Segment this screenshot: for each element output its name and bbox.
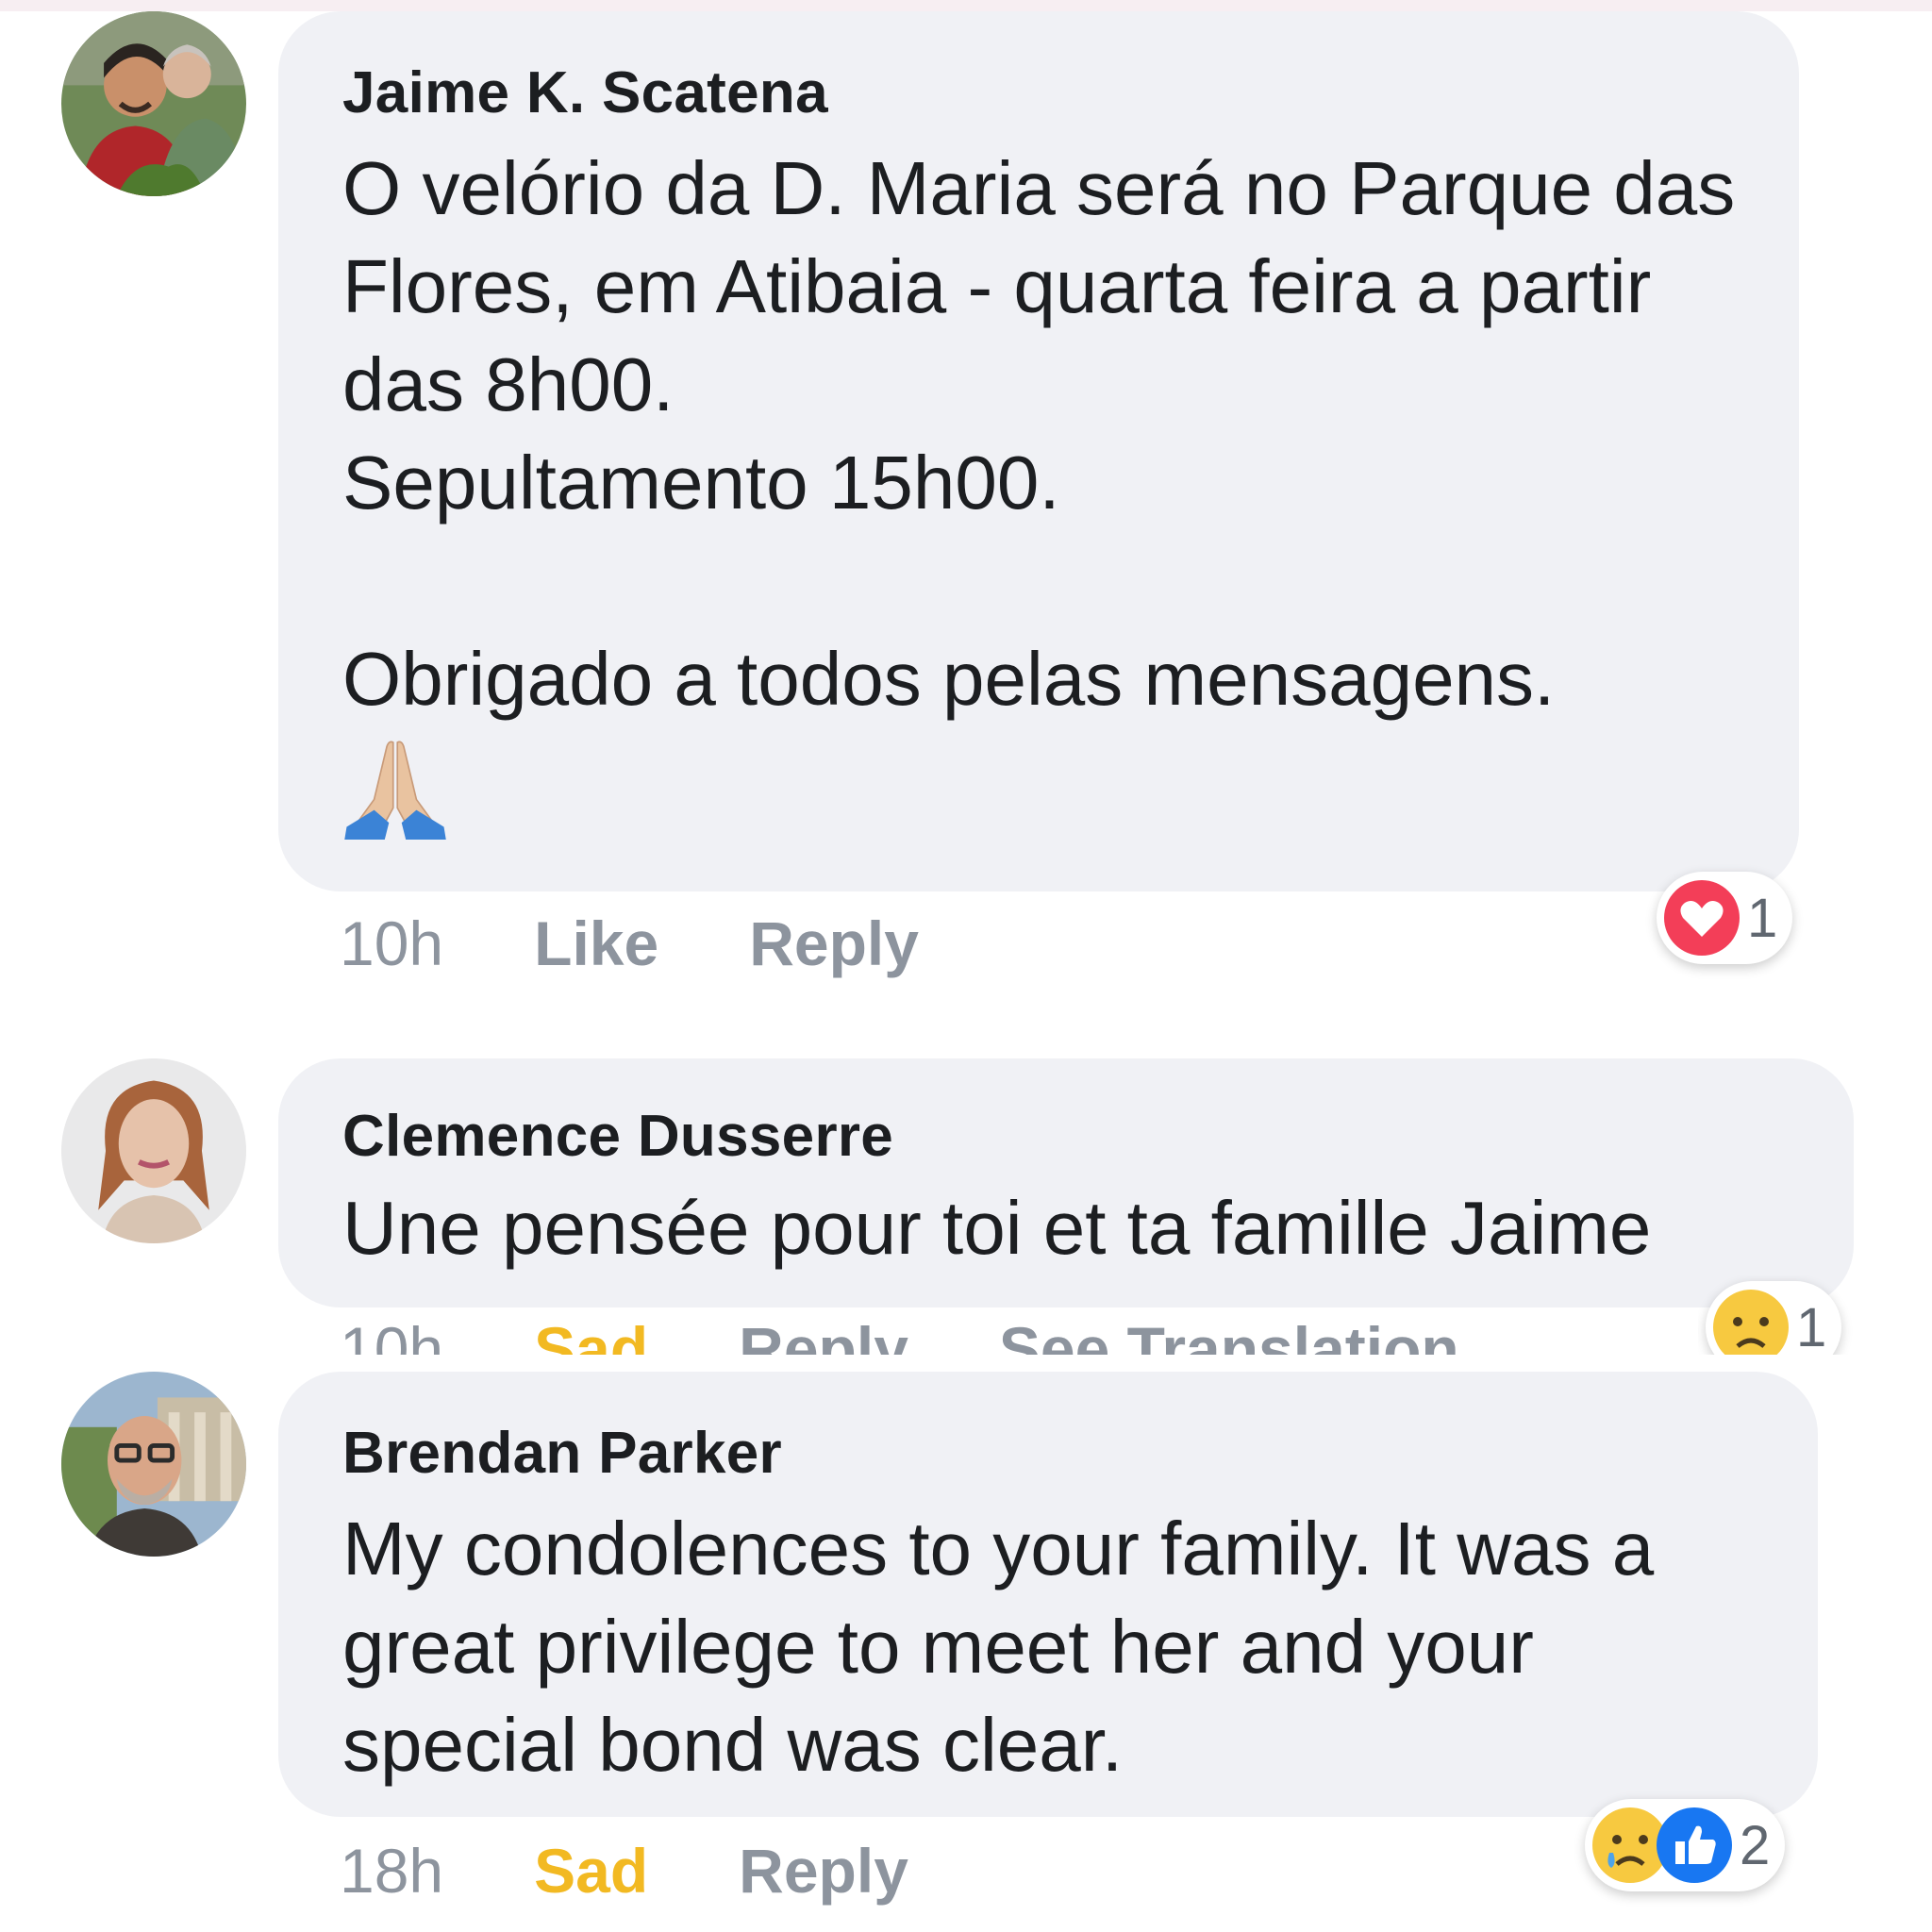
see-translation-link[interactable]: See Translation	[999, 1313, 1459, 1355]
avatar-brendan[interactable]	[61, 1372, 246, 1557]
comment-author[interactable]: Clemence Dusserre	[342, 1104, 1793, 1170]
comment-text: Une pensée pour toi et ta famille Jaime	[342, 1186, 1652, 1270]
comment-author[interactable]: Brendan Parker	[342, 1421, 1757, 1487]
comment-timestamp[interactable]: 10h	[340, 908, 443, 979]
comment-bubble-jaime: Jaime K. Scatena O velório da D. Maria s…	[278, 11, 1799, 891]
top-divider	[0, 0, 1932, 11]
comment-author[interactable]: Jaime K. Scatena	[342, 60, 1739, 126]
reply-button[interactable]: Reply	[739, 1313, 908, 1355]
comment-actions: 18h Sad Reply	[340, 1828, 999, 1913]
comment-timestamp[interactable]: 10h	[340, 1313, 443, 1355]
reaction-summary[interactable]: 1	[1706, 1281, 1842, 1356]
like-button[interactable]: Like	[534, 908, 658, 979]
reply-button[interactable]: Reply	[749, 908, 919, 979]
comment-bubble-clemence: Clemence Dusserre Une pensée pour toi et…	[278, 1058, 1854, 1307]
comment-bubble-brendan: Brendan Parker My condolences to your fa…	[278, 1372, 1818, 1817]
reaction-summary[interactable]: 2	[1585, 1799, 1786, 1891]
sad-reaction-button[interactable]: Sad	[534, 1835, 648, 1907]
comment-actions: 10h Like Reply	[340, 901, 1009, 986]
avatar-jaime[interactable]	[61, 11, 246, 196]
comment-text: O velório da D. Maria será no Parque das…	[342, 146, 1736, 721]
comment-actions: 10h Sad Reply See Translation	[340, 1313, 1550, 1355]
comment-text: My condolences to your family. It was a …	[342, 1507, 1655, 1787]
like-reaction-icon	[1657, 1807, 1732, 1883]
sad-reaction-icon	[1713, 1290, 1789, 1355]
reply-button[interactable]: Reply	[739, 1835, 908, 1907]
love-reaction-icon	[1664, 880, 1740, 956]
folded-hands-icon	[342, 734, 448, 840]
avatar-clemence[interactable]	[61, 1058, 246, 1243]
comment-timestamp[interactable]: 18h	[340, 1835, 443, 1907]
reaction-count: 1	[1747, 887, 1778, 949]
reaction-summary[interactable]: 1	[1657, 872, 1793, 964]
reaction-count: 1	[1796, 1296, 1827, 1356]
reaction-summary-clip: 1	[1698, 1275, 1932, 1355]
sad-reaction-button[interactable]: Sad	[534, 1313, 648, 1355]
reaction-count: 2	[1740, 1814, 1771, 1876]
